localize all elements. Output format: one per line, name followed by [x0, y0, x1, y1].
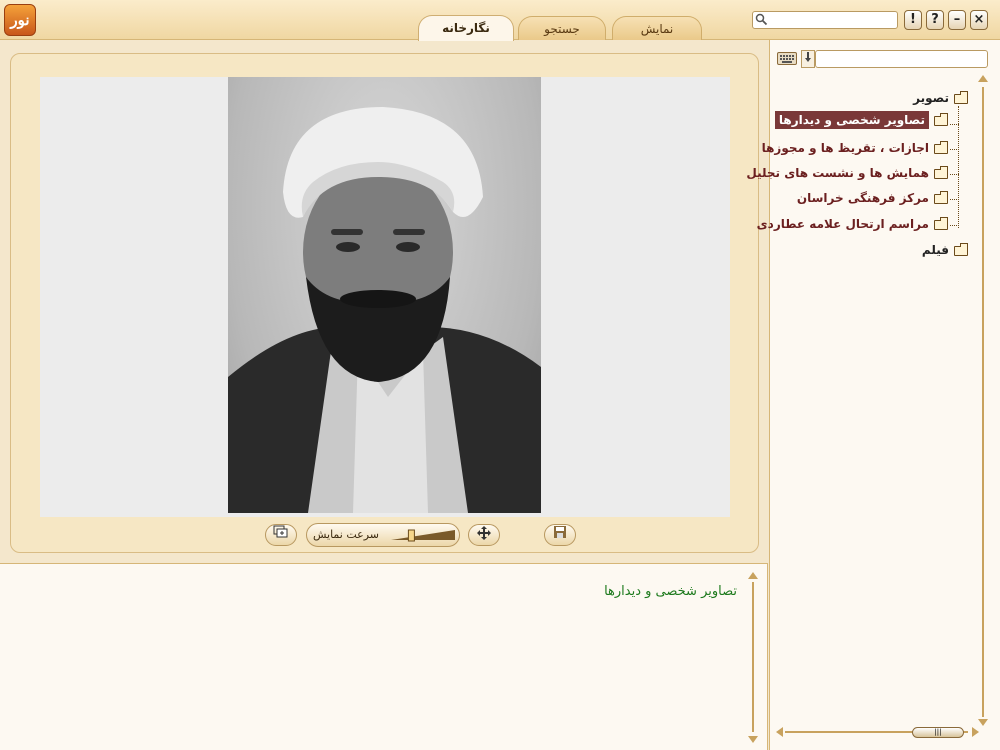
folder-icon [934, 140, 948, 154]
gallery-icon [273, 525, 288, 538]
tree-connector [950, 174, 959, 175]
tree-item-label: مرکز فرهنگی خراسان [796, 191, 929, 205]
caption-text: تصاویر شخصی و دیدارها [604, 584, 737, 599]
scroll-up-icon[interactable] [748, 572, 758, 579]
tree-root-label: فیلم [921, 243, 949, 257]
gallery-view-button[interactable] [265, 524, 297, 546]
help-button[interactable]: ? [926, 10, 944, 30]
tree-connector [950, 199, 959, 200]
keyboard-icon[interactable] [777, 52, 797, 65]
folder-icon [934, 165, 948, 179]
tree-item-label: اجازات ، تقریظ ها و مجوزها [761, 141, 929, 155]
close-button[interactable]: × [970, 10, 988, 30]
speed-control[interactable]: سرعت نمایش [306, 523, 460, 547]
tree-root-label: تصویر [913, 91, 949, 105]
speed-slider[interactable] [389, 528, 457, 542]
minimize-button[interactable]: – [948, 10, 966, 30]
tree-search-input[interactable] [815, 50, 988, 68]
scroll-left-icon [776, 727, 783, 737]
tree-root-images[interactable]: تصویر [913, 90, 968, 105]
folder-icon [934, 216, 948, 230]
tree-connector [950, 225, 959, 226]
tree-item-label: همایش ها و نشست های تجلیل [746, 166, 929, 180]
folder-icon [934, 112, 948, 126]
scroll-down-icon[interactable] [748, 736, 758, 743]
tree-root-film[interactable]: فیلم [921, 242, 968, 257]
scroll-up-icon[interactable] [978, 75, 988, 82]
hscroll-thumb[interactable]: ||| [912, 727, 964, 738]
arrow-down-icon [805, 52, 811, 62]
top-bar: نور نگارخانه جستجو نمایش ! ? – × [0, 0, 1000, 41]
tree-connector [950, 124, 959, 125]
tree-item-personal-images[interactable]: تصاویر شخصی و دیدارها [774, 111, 948, 129]
move-arrows-icon [477, 526, 491, 540]
portrait-photo[interactable] [228, 77, 541, 513]
tab-display[interactable]: نمایش [612, 16, 702, 40]
folder-icon [934, 190, 948, 204]
folder-icon [954, 242, 968, 256]
caption-scrollbar[interactable] [747, 572, 759, 744]
save-button[interactable] [544, 524, 576, 546]
tree-scrollbar[interactable] [977, 75, 989, 727]
alert-button[interactable]: ! [904, 10, 922, 30]
app-logo[interactable]: نور [4, 4, 36, 36]
search-input[interactable] [752, 11, 898, 29]
tree-item-conferences[interactable]: همایش ها و نشست های تجلیل [746, 165, 948, 180]
tab-search[interactable]: جستجو [518, 16, 606, 40]
speed-label: سرعت نمایش [312, 528, 379, 541]
save-icon [554, 526, 566, 538]
search-icon[interactable] [755, 13, 769, 27]
tree-item-permits[interactable]: اجازات ، تقریظ ها و مجوزها [761, 140, 948, 155]
tab-gallery[interactable]: نگارخانه [418, 15, 514, 41]
caption-panel: تصاویر شخصی و دیدارها [0, 563, 768, 750]
fullscreen-button[interactable] [468, 524, 500, 546]
tree-item-cultural-center[interactable]: مرکز فرهنگی خراسان [796, 190, 948, 205]
tree-item-label: تصاویر شخصی و دیدارها [774, 111, 929, 129]
tree-item-memorial[interactable]: مراسم ارتحال علامه عطاردی [756, 216, 948, 231]
tree-item-label: مراسم ارتحال علامه عطاردی [756, 217, 929, 231]
tree-connector [950, 149, 959, 150]
open-folder-icon [954, 90, 968, 104]
search-go-button[interactable] [801, 50, 815, 68]
scroll-right-icon [972, 727, 979, 737]
